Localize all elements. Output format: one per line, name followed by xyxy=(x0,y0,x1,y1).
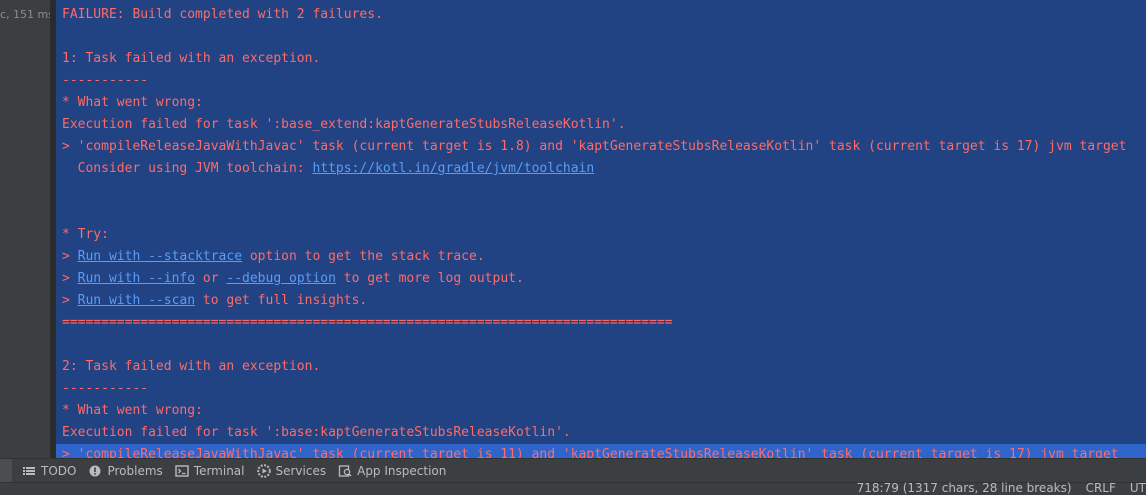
console-line: ----------- xyxy=(62,378,148,400)
ide-window: c, 151 ms FAILURE: Build completed with … xyxy=(0,0,1146,495)
console-text: to get full insights. xyxy=(195,293,368,308)
line-separator-status[interactable]: CRLF xyxy=(1086,481,1116,495)
terminal-icon xyxy=(175,464,189,478)
app-inspection-tool-button[interactable]: App Inspection xyxy=(336,459,456,483)
console-line: * What went wrong: xyxy=(62,92,203,114)
console-line: ========================================… xyxy=(62,312,672,334)
console-text: * What went wrong: xyxy=(62,95,203,110)
services-tool-label: Services xyxy=(275,464,327,478)
build-tree-panel: c, 151 ms xyxy=(0,0,51,458)
console-line: Consider using JVM toolchain: https://ko… xyxy=(62,158,595,180)
console-line: > 'compileReleaseJavaWithJavac' task (cu… xyxy=(56,444,1146,458)
console-line: ----------- xyxy=(62,70,148,92)
console-line: * Try: xyxy=(62,224,109,246)
console-link[interactable]: --debug option xyxy=(226,271,336,286)
console-text: Execution failed for task ':base_extend:… xyxy=(62,117,626,132)
console-text: > xyxy=(62,249,78,264)
todo-tool-label: TODO xyxy=(41,464,77,478)
console-text: * What went wrong: xyxy=(62,403,203,418)
play-gear-icon xyxy=(256,464,271,478)
console-text: option to get the stack trace. xyxy=(242,249,485,264)
tool-window-stub-button[interactable] xyxy=(0,459,12,483)
console-text: ----------- xyxy=(62,381,149,396)
console-line: 1: Task failed with an exception. xyxy=(62,48,320,70)
console-line: * What went wrong: xyxy=(62,400,203,422)
console-text: or xyxy=(195,271,227,286)
list-icon xyxy=(22,464,36,478)
console-text: 2: Task failed with an exception. xyxy=(62,359,321,374)
console-text: FAILURE: Build completed with 2 failures… xyxy=(62,7,383,22)
inspection-icon xyxy=(338,464,352,478)
console-text: > xyxy=(62,271,78,286)
console-text: to get more log output. xyxy=(335,271,524,286)
console-text: > 'compileReleaseJavaWithJavac' task (cu… xyxy=(62,139,1127,154)
console-text: * Try: xyxy=(62,227,109,242)
console-line: 2: Task failed with an exception. xyxy=(62,356,320,378)
warning-circle-icon xyxy=(88,464,102,478)
console-line: > Run with --info or --debug option to g… xyxy=(62,268,524,290)
tool-window-bar: TODO Problems Terminal Services App Insp… xyxy=(0,458,1146,483)
console-link[interactable]: Run with --info xyxy=(78,271,195,286)
console-line: Execution failed for task ':base_extend:… xyxy=(62,114,626,136)
terminal-tool-label: Terminal xyxy=(193,464,245,478)
encoding-status[interactable]: UT xyxy=(1130,481,1146,495)
console-text: Consider using JVM toolchain: xyxy=(62,161,313,176)
console-line: > Run with --stacktrace option to get th… xyxy=(62,246,485,268)
console-link[interactable]: Run with --scan xyxy=(78,293,195,308)
build-output-console[interactable]: FAILURE: Build completed with 2 failures… xyxy=(56,0,1146,458)
console-text: Execution failed for task ':base:kaptGen… xyxy=(62,425,571,440)
todo-tool-button[interactable]: TODO xyxy=(20,459,86,483)
problems-tool-button[interactable]: Problems xyxy=(86,459,172,483)
console-text: > 'compileReleaseJavaWithJavac' task (cu… xyxy=(62,447,1119,458)
console-text: 1: Task failed with an exception. xyxy=(62,51,321,66)
console-link[interactable]: https://kotl.in/gradle/jvm/toolchain xyxy=(312,161,594,176)
console-line: > Run with --scan to get full insights. xyxy=(62,290,367,312)
console-text: ----------- xyxy=(62,73,149,88)
console-line: FAILURE: Build completed with 2 failures… xyxy=(62,4,383,26)
console-line: > 'compileReleaseJavaWithJavac' task (cu… xyxy=(62,136,1126,158)
app-inspection-tool-label: App Inspection xyxy=(357,464,447,478)
console-link[interactable]: Run with --stacktrace xyxy=(78,249,242,264)
console-text: > xyxy=(62,293,78,308)
build-timing-label: c, 151 ms xyxy=(0,8,51,21)
terminal-tool-button[interactable]: Terminal xyxy=(173,459,255,483)
console-line: Execution failed for task ':base:kaptGen… xyxy=(62,422,571,444)
console-text: ========================================… xyxy=(62,315,673,330)
services-tool-button[interactable]: Services xyxy=(255,459,337,483)
status-bar: 718:79 (1317 chars, 28 line breaks) CRLF… xyxy=(0,481,1146,495)
caret-position-status[interactable]: 718:79 (1317 chars, 28 line breaks) xyxy=(857,481,1072,495)
problems-tool-label: Problems xyxy=(107,464,163,478)
